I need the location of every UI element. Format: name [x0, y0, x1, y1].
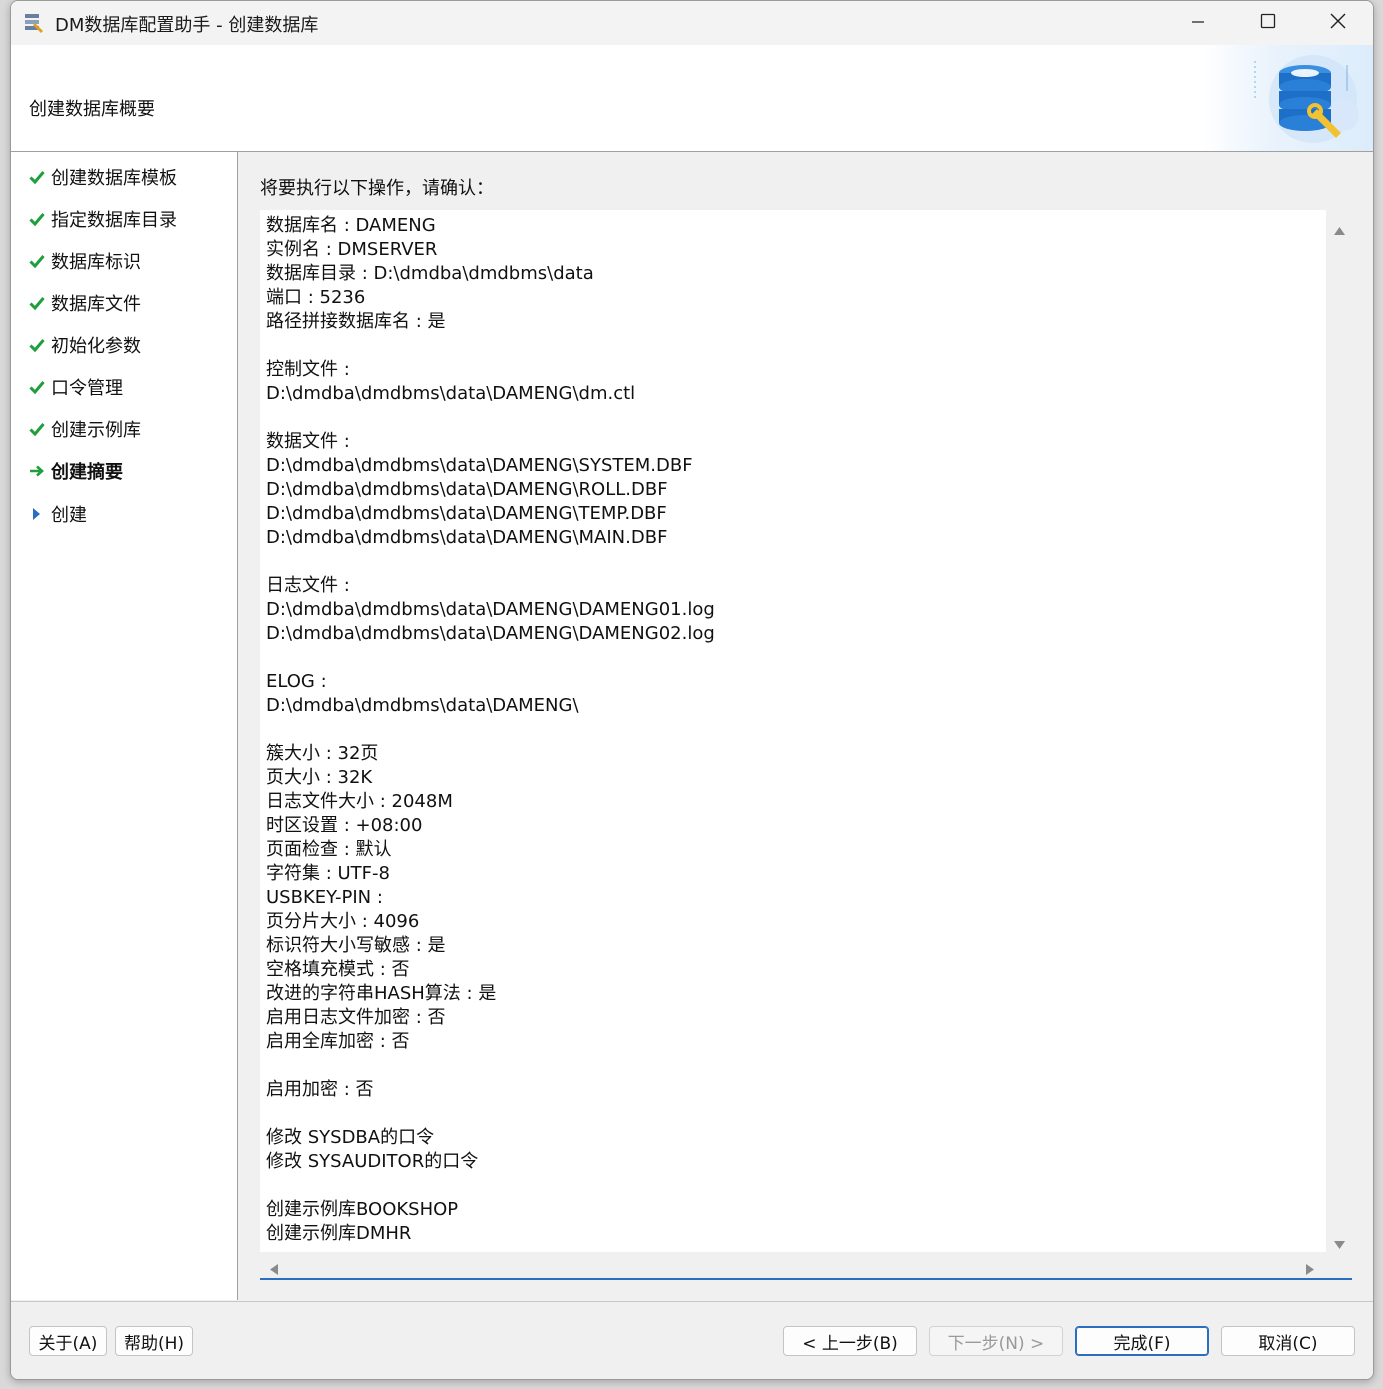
- step-label: 创建摘要: [51, 462, 123, 483]
- scroll-up-arrow-icon[interactable]: [1334, 220, 1345, 239]
- step-label: 数据库文件: [51, 294, 141, 315]
- close-icon: [1330, 13, 1346, 33]
- step-init-params: 初始化参数: [29, 330, 141, 360]
- check-icon: [29, 211, 51, 227]
- minimize-icon: [1191, 14, 1205, 33]
- step-create-template: 创建数据库模板: [29, 162, 177, 192]
- check-icon: [29, 337, 51, 353]
- step-create: 创建: [29, 499, 87, 529]
- step-label: 创建示例库: [51, 420, 141, 441]
- step-sample-database: 创建示例库: [29, 414, 141, 444]
- page-title: 创建数据库概要: [29, 99, 155, 120]
- content-pane: 将要执行以下操作，请确认： 数据库名 : DAMENG 实例名 : DMSERV…: [238, 152, 1373, 1300]
- maximize-button[interactable]: [1233, 1, 1303, 45]
- header-banner: [1203, 45, 1373, 151]
- cancel-button[interactable]: 取消(C): [1221, 1326, 1355, 1356]
- check-icon: [29, 295, 51, 311]
- finish-button[interactable]: 完成(F): [1075, 1326, 1209, 1356]
- step-label: 创建: [51, 505, 87, 526]
- confirm-prompt: 将要执行以下操作，请确认：: [260, 178, 494, 199]
- next-button[interactable]: 下一步(N) >: [929, 1326, 1063, 1356]
- about-button[interactable]: 关于(A): [29, 1326, 107, 1356]
- arrow-right-icon: [29, 463, 51, 479]
- check-icon: [29, 253, 51, 269]
- step-database-directory: 指定数据库目录: [29, 204, 177, 234]
- database-wrench-icon: [1243, 51, 1363, 151]
- check-icon: [29, 379, 51, 395]
- step-label: 创建数据库模板: [51, 168, 177, 189]
- step-label: 数据库标识: [51, 252, 141, 273]
- database-tool-icon: [23, 11, 45, 35]
- button-bar: 关于(A) 帮助(H) < 上一步(B) 下一步(N) > 完成(F) 取消(C…: [11, 1301, 1373, 1379]
- help-button[interactable]: 帮助(H): [115, 1326, 193, 1356]
- step-password-management: 口令管理: [29, 372, 123, 402]
- vertical-scrollbar[interactable]: [1326, 210, 1352, 1252]
- step-summary: 创建摘要: [29, 456, 123, 486]
- scroll-right-arrow-icon[interactable]: [1306, 1260, 1314, 1279]
- back-button[interactable]: < 上一步(B): [783, 1326, 917, 1356]
- step-database-files: 数据库文件: [29, 288, 141, 318]
- step-label: 初始化参数: [51, 336, 141, 357]
- step-label: 指定数据库目录: [51, 210, 177, 231]
- summary-text[interactable]: 数据库名 : DAMENG 实例名 : DMSERVER 数据库目录 : D:\…: [266, 214, 1316, 1250]
- minimize-button[interactable]: [1163, 1, 1233, 45]
- dialog-window: DM数据库配置助手 - 创建数据库 创建数据库概要 创建数据库模板 指定数据库目…: [10, 0, 1374, 1380]
- triangle-right-icon: [29, 506, 51, 522]
- scroll-left-arrow-icon[interactable]: [270, 1260, 278, 1279]
- check-icon: [29, 169, 51, 185]
- close-button[interactable]: [1303, 1, 1373, 45]
- title-bar[interactable]: DM数据库配置助手 - 创建数据库: [11, 1, 1373, 45]
- check-icon: [29, 421, 51, 437]
- maximize-icon: [1260, 13, 1276, 33]
- horizontal-scrollbar[interactable]: [260, 1252, 1352, 1278]
- step-label: 口令管理: [51, 378, 123, 399]
- window-title: DM数据库配置助手 - 创建数据库: [55, 15, 319, 36]
- wizard-steps: 创建数据库模板 指定数据库目录 数据库标识 数据库文件 初始化参数 口令管理 创…: [11, 152, 238, 1300]
- wizard-header: 创建数据库概要: [11, 45, 1373, 152]
- summary-text-area[interactable]: 数据库名 : DAMENG 实例名 : DMSERVER 数据库目录 : D:\…: [260, 210, 1352, 1280]
- scroll-down-arrow-icon[interactable]: [1334, 1234, 1345, 1253]
- step-database-identity: 数据库标识: [29, 246, 141, 276]
